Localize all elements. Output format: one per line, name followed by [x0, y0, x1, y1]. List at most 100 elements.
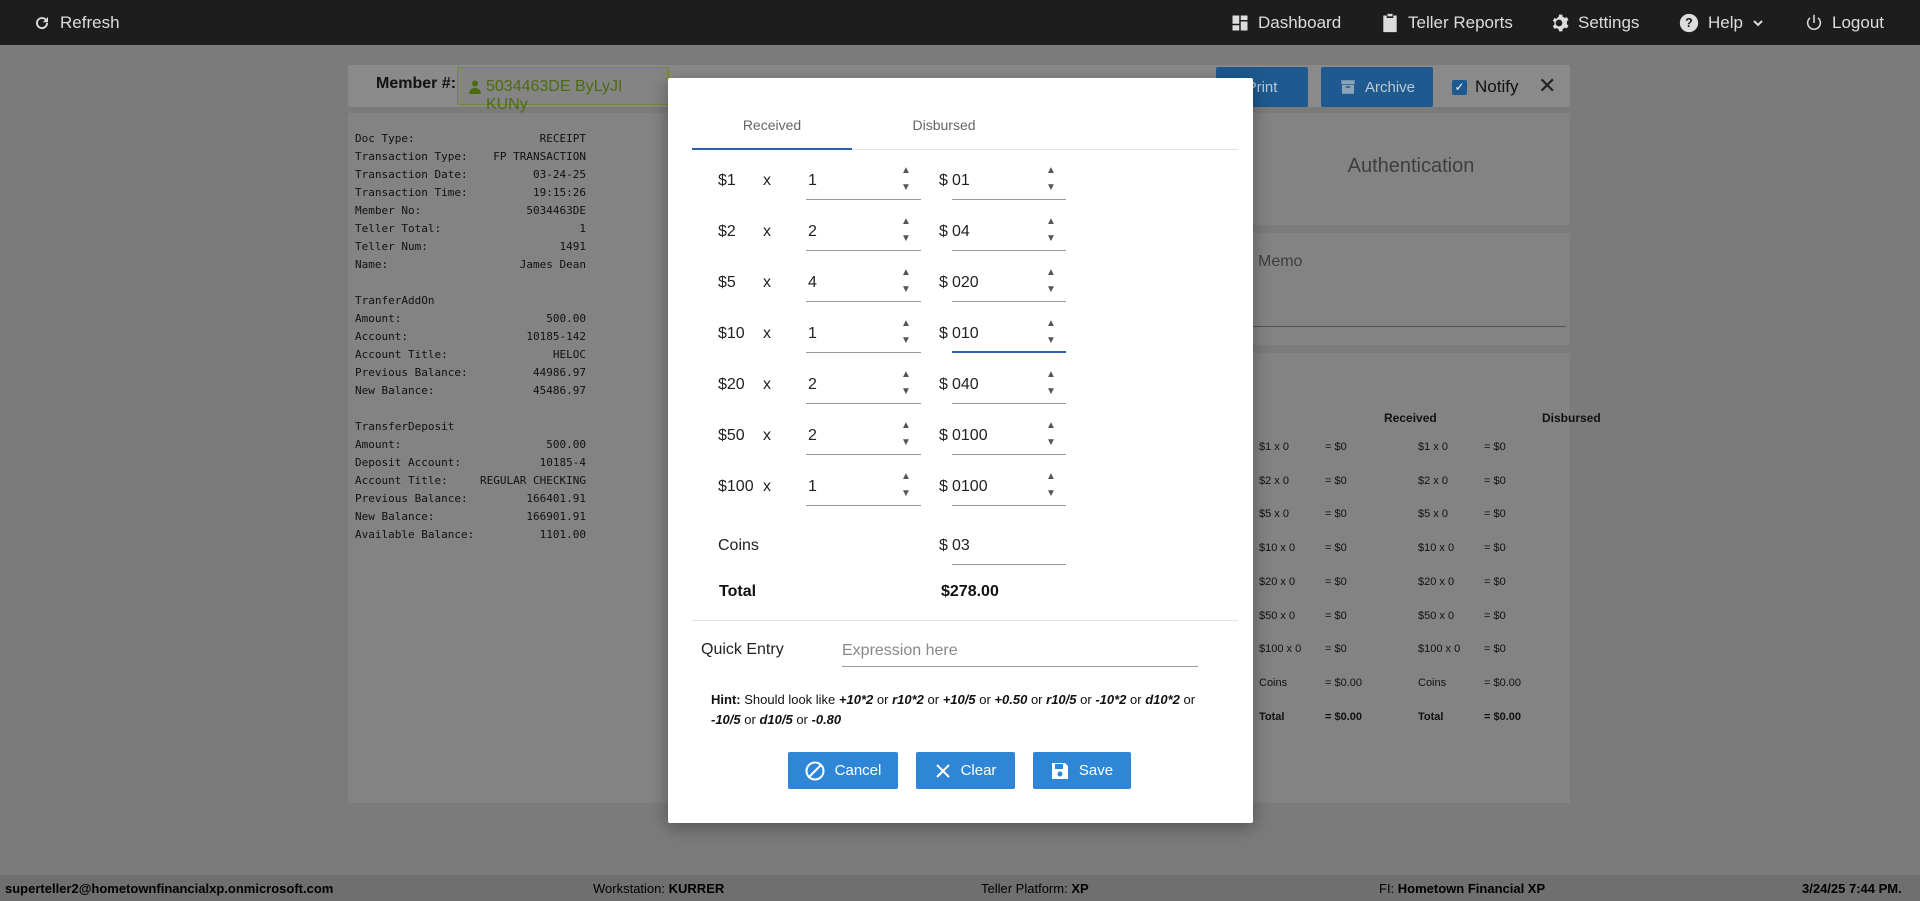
person-icon [469, 80, 481, 94]
spinner-icon[interactable]: ▲ ▼ [1044, 264, 1058, 298]
authentication-card: Authentication [1252, 113, 1570, 225]
summary-received-denomination: $2 x 0 [1259, 474, 1289, 487]
amount-field[interactable]: $0100 ▲ ▼ [939, 468, 1066, 506]
fi-label: FI: [1379, 881, 1395, 896]
member-number-field[interactable]: 5034463DE ByLyJI KUNy [457, 67, 669, 113]
summary-received-denomination: $5 x 0 [1259, 508, 1289, 521]
hint-example: -10*2 [1095, 692, 1127, 707]
denomination-row: $50 x 2 ▲ ▼ $0100 ▲ ▼ [668, 419, 1253, 470]
summary-received-total: = $0 [1325, 441, 1347, 453]
count-field[interactable]: 1 ▲ ▼ [806, 470, 921, 506]
teller-reports-link[interactable]: Teller Reports [1381, 0, 1513, 45]
settings-link[interactable]: Settings [1549, 0, 1639, 45]
spinner-icon[interactable]: ▲ ▼ [899, 213, 913, 247]
workstation-value: KURRER [668, 881, 725, 896]
spinner-icon[interactable]: ▲ ▼ [899, 468, 913, 502]
amount-value: 01 [952, 172, 970, 189]
receipt-value: 45486.97 [533, 384, 586, 397]
count-field[interactable]: 1 ▲ ▼ [806, 317, 921, 353]
receipt-line: New Balance: 45486.97 [355, 384, 586, 397]
hint-example: +10*2 [838, 692, 874, 707]
amount-value: 0100 [952, 478, 988, 495]
clear-button[interactable]: Clear [916, 752, 1015, 789]
spinner-icon[interactable]: ▲ ▼ [899, 315, 913, 349]
svg-text:?: ? [1685, 16, 1693, 30]
hint-or: or [979, 692, 991, 707]
multiply-sign: x [763, 223, 771, 240]
count-field[interactable]: 1 ▲ ▼ [806, 164, 921, 200]
receipt-key: Teller Num: [355, 240, 428, 253]
top-navbar: Refresh Dashboard Teller Reports Setting… [0, 0, 1920, 45]
summary-received-denomination: Total [1259, 710, 1285, 723]
spinner-icon[interactable]: ▲ ▼ [1044, 213, 1058, 247]
spinner-icon[interactable]: ▲ ▼ [899, 162, 913, 196]
receipt-value: 5034463DE [526, 204, 586, 217]
summary-disbursed-total: = $0 [1484, 508, 1506, 521]
summary-received-total: = $0 [1325, 575, 1347, 588]
receipt-value: RECEIPT [539, 132, 586, 145]
quick-entry-label: Quick Entry [701, 641, 784, 658]
receipt-line: Transaction Date: 03-24-25 [355, 168, 586, 181]
help-menu[interactable]: ? Help [1679, 0, 1764, 45]
receipt-key: Transaction Time: [355, 186, 468, 199]
hint-example: -10/5 [711, 712, 741, 727]
cancel-button[interactable]: Cancel [788, 752, 898, 789]
receipt-key: New Balance: [355, 510, 435, 523]
receipt-line: TransferDeposit [355, 420, 586, 433]
receipt-value: REGULAR CHECKING [480, 474, 586, 487]
receipt-value: 1101.00 [539, 528, 586, 541]
denomination-label: $50 [718, 427, 745, 444]
spinner-icon[interactable]: ▲ ▼ [899, 366, 913, 400]
amount-field[interactable]: $01 ▲ ▼ [939, 162, 1066, 200]
hint-example: r10*2 [892, 692, 924, 707]
count-field[interactable]: 4 ▲ ▼ [806, 266, 921, 302]
amount-field[interactable]: $0100 ▲ ▼ [939, 417, 1066, 455]
logout-link[interactable]: Logout [1805, 0, 1884, 45]
close-icon[interactable]: ✕ [1538, 73, 1556, 99]
coins-amount-field[interactable]: $ 03 [939, 529, 1066, 565]
spinner-icon[interactable]: ▲ ▼ [1044, 417, 1058, 451]
help-label: Help [1708, 12, 1743, 32]
summary-disbursed-total: = $0 [1484, 643, 1506, 656]
count-field[interactable]: 2 ▲ ▼ [806, 368, 921, 404]
hint-text: Hint: Should look like +10*2 or r10*2 or… [711, 690, 1211, 730]
memo-input-line[interactable] [1252, 326, 1566, 327]
dashboard-link[interactable]: Dashboard [1231, 0, 1341, 45]
cash-count-dialog: Received Disbursed $1 x 1 ▲ ▼ $01 ▲ ▼ $2 x 2 ▲ ▼ $04 ▲… [668, 78, 1253, 823]
spinner-icon[interactable]: ▲ ▼ [899, 264, 913, 298]
tab-disbursed[interactable]: Disbursed [864, 98, 1024, 150]
refresh-button[interactable]: Refresh [33, 0, 120, 45]
summary-received-header: Received [1384, 411, 1437, 425]
amount-field[interactable]: $020 ▲ ▼ [939, 264, 1066, 302]
spinner-icon[interactable]: ▲ ▼ [1044, 468, 1058, 502]
refresh-label: Refresh [60, 12, 120, 32]
spinner-icon[interactable]: ▲ ▼ [1044, 315, 1058, 349]
notify-checkbox[interactable]: ✓ Notify [1452, 77, 1518, 97]
amount-field[interactable]: $040 ▲ ▼ [939, 366, 1066, 404]
spinner-icon[interactable]: ▲ ▼ [1044, 162, 1058, 196]
summary-received-total: = $0 [1325, 542, 1347, 555]
spinner-icon[interactable]: ▲ ▼ [1044, 366, 1058, 400]
dollar-sign: $ [939, 325, 948, 342]
count-field[interactable]: 2 ▲ ▼ [806, 215, 921, 251]
amount-field[interactable]: $010 ▲ ▼ [939, 315, 1066, 353]
count-value: 1 [808, 478, 817, 495]
tab-received[interactable]: Received [692, 98, 852, 150]
count-value: 2 [808, 427, 817, 444]
receipt-value: 166901.91 [526, 510, 586, 523]
amount-field[interactable]: $04 ▲ ▼ [939, 213, 1066, 251]
count-field[interactable]: 2 ▲ ▼ [806, 419, 921, 455]
quick-entry-input[interactable] [842, 635, 1198, 667]
coins-amount-value: 03 [952, 537, 970, 554]
spinner-icon[interactable]: ▲ ▼ [899, 417, 913, 451]
archive-button[interactable]: Archive [1321, 67, 1433, 107]
multiply-sign: x [763, 274, 771, 291]
receipt-value: HELOC [552, 348, 586, 361]
multiply-sign: x [763, 427, 771, 444]
multiply-sign: x [763, 478, 771, 495]
save-button[interactable]: Save [1033, 752, 1131, 789]
hint-example: +0.50 [994, 692, 1028, 707]
receipt-line: Doc Type: RECEIPT [355, 132, 586, 145]
summary-disbursed-total: = $0 [1484, 609, 1506, 622]
summary-disbursed-denomination: $5 x 0 [1418, 508, 1448, 521]
